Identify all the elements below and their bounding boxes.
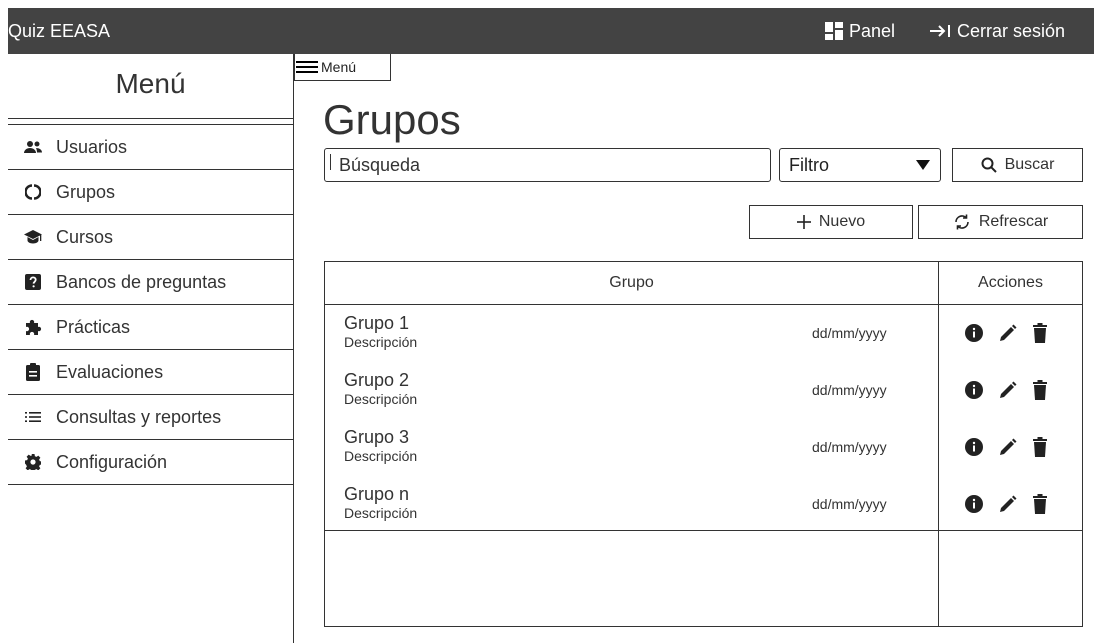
trash-icon[interactable] <box>1032 380 1048 400</box>
app-title: Quiz EEASA <box>8 21 111 41</box>
edit-pencil-icon[interactable] <box>998 437 1018 457</box>
clipboard-icon <box>24 363 42 381</box>
filter-select[interactable]: Filtro <box>779 148 941 182</box>
sidebar-item-label: Evaluaciones <box>56 361 164 382</box>
group-name: Grupo 2 <box>344 370 410 390</box>
sidebar-item-cursos[interactable]: Cursos <box>8 215 293 260</box>
trash-icon[interactable] <box>1032 494 1048 514</box>
groups-icon <box>24 183 42 201</box>
list-icon <box>24 408 42 426</box>
search-button-label: Buscar <box>1004 156 1055 173</box>
top-bar: Quiz EEASA Panel Cerrar sesión <box>8 8 1094 54</box>
sidebar-title: Menú <box>8 54 293 119</box>
rows-end-divider <box>325 530 1082 531</box>
group-description: Descripción <box>344 505 418 521</box>
search-icon <box>981 157 997 173</box>
info-icon[interactable] <box>964 437 984 457</box>
sidebar-item-label: Bancos de preguntas <box>56 271 227 292</box>
sidebar-item-label: Cursos <box>56 226 114 247</box>
group-description: Descripción <box>344 334 418 350</box>
group-name: Grupo 1 <box>344 313 410 333</box>
row-actions <box>964 494 1048 514</box>
sidebar-item-bancos-de-preguntas[interactable]: Bancos de preguntas <box>8 260 293 305</box>
trash-icon[interactable] <box>1032 323 1048 343</box>
sidebar-item-label: Prácticas <box>56 316 131 337</box>
search-input[interactable]: Búsqueda <box>324 148 771 182</box>
group-description: Descripción <box>344 448 418 464</box>
panel-label: Panel <box>849 21 896 41</box>
text-caret <box>330 154 331 170</box>
trash-icon[interactable] <box>1032 437 1048 457</box>
logout-link[interactable]: Cerrar sesión <box>929 20 1065 42</box>
refresh-icon <box>955 214 969 230</box>
gear-icon <box>24 453 42 471</box>
group-description: Descripción <box>344 391 418 407</box>
sidebar-item-label: Consultas y reportes <box>56 406 222 427</box>
question-icon <box>24 273 42 291</box>
info-icon[interactable] <box>964 380 984 400</box>
search-button[interactable]: Buscar <box>952 148 1083 182</box>
plus-icon <box>796 215 811 229</box>
row-actions <box>964 323 1048 343</box>
hamburger-icon <box>296 61 318 73</box>
sidebar-item-usuarios[interactable]: Usuarios <box>8 125 293 170</box>
sidebar-item-configuracion[interactable]: Configuración <box>8 440 293 485</box>
graduation-cap-icon <box>24 228 42 246</box>
page-title: Grupos <box>323 96 461 143</box>
triangle-down-icon <box>916 160 930 170</box>
table-row: Grupo 3 Descripción dd/mm/yyyy <box>325 419 1082 476</box>
info-icon[interactable] <box>964 494 984 514</box>
sidebar-item-label: Usuarios <box>56 136 128 157</box>
refresh-button-label: Refrescar <box>978 213 1049 230</box>
sidebar-menu: Usuarios Grupos Cursos Bancos de pregunt… <box>8 124 293 485</box>
sidebar-item-evaluaciones[interactable]: Evaluaciones <box>8 350 293 395</box>
sidebar-item-practicas[interactable]: Prácticas <box>8 305 293 350</box>
group-date: dd/mm/yyyy <box>812 439 887 455</box>
menu-toggle-button[interactable]: Menú <box>294 54 391 81</box>
new-button[interactable]: Nuevo <box>749 205 913 239</box>
edit-pencil-icon[interactable] <box>998 380 1018 400</box>
refresh-button[interactable]: Refrescar <box>918 205 1083 239</box>
edit-pencil-icon[interactable] <box>998 323 1018 343</box>
groups-table: Grupo Acciones Grupo 1 Descripción dd/mm… <box>324 261 1083 627</box>
group-name: Grupo n <box>344 484 410 504</box>
puzzle-icon <box>24 318 42 336</box>
group-date: dd/mm/yyyy <box>812 325 887 341</box>
dashboard-icon <box>825 22 843 40</box>
logout-arrow-icon <box>930 25 950 37</box>
info-icon[interactable] <box>964 323 984 343</box>
group-date: dd/mm/yyyy <box>812 496 887 512</box>
column-header-group: Grupo <box>609 274 654 291</box>
sidebar-item-grupos[interactable]: Grupos <box>8 170 293 215</box>
new-button-label: Nuevo <box>818 213 866 230</box>
menu-toggle-label: Menú <box>321 59 357 75</box>
column-header-actions: Acciones <box>978 274 1043 291</box>
logout-label: Cerrar sesión <box>957 21 1066 41</box>
panel-link[interactable]: Panel <box>825 20 895 42</box>
table-row: Grupo 1 Descripción dd/mm/yyyy <box>325 305 1082 362</box>
group-name: Grupo 3 <box>344 427 410 447</box>
sidebar: Menú Usuarios Grupos Cursos Bancos de pr… <box>8 54 294 643</box>
table-row: Grupo 2 Descripción dd/mm/yyyy <box>325 362 1082 419</box>
sidebar-item-label: Configuración <box>56 451 168 472</box>
group-date: dd/mm/yyyy <box>812 382 887 398</box>
filter-value: Filtro <box>789 154 829 175</box>
sidebar-item-consultas-y-reportes[interactable]: Consultas y reportes <box>8 395 293 440</box>
sidebar-item-label: Grupos <box>56 181 116 202</box>
row-actions <box>964 380 1048 400</box>
search-placeholder: Búsqueda <box>339 154 421 175</box>
table-row: Grupo n Descripción dd/mm/yyyy <box>325 476 1082 533</box>
edit-pencil-icon[interactable] <box>998 494 1018 514</box>
users-icon <box>24 138 42 156</box>
row-actions <box>964 437 1048 457</box>
